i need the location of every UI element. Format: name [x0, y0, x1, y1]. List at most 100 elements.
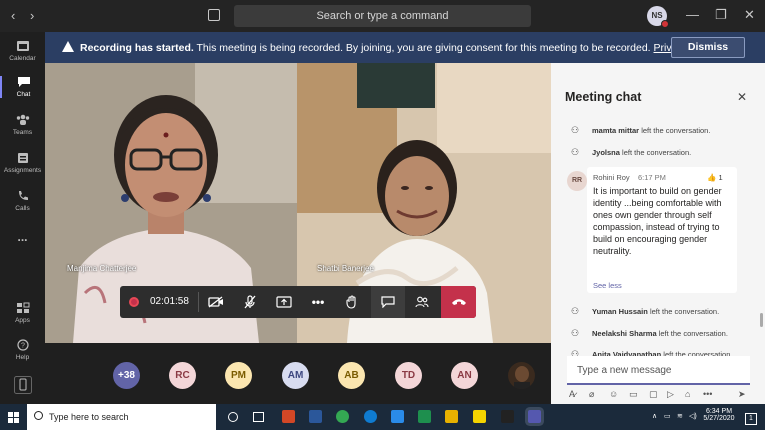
call-timer: 02:01:58 — [150, 296, 189, 307]
chrome-icon[interactable] — [336, 410, 349, 423]
sticky-notes-icon[interactable] — [473, 410, 486, 423]
photos-icon[interactable] — [418, 410, 431, 423]
participant-avatar[interactable]: PM — [225, 362, 252, 389]
participants-icon[interactable] — [405, 286, 439, 318]
emoji-icon[interactable]: ☺ — [609, 389, 618, 399]
battery-icon[interactable]: ▭ — [664, 412, 671, 420]
calls-icon — [18, 191, 28, 200]
mobile-device-icon — [13, 376, 32, 394]
rail-assignments[interactable]: Assignments — [0, 152, 45, 174]
teams-icon — [16, 114, 29, 125]
rail-calls[interactable]: Calls — [0, 190, 45, 212]
user-initials: NS — [651, 11, 663, 20]
participant-avatar[interactable]: RC — [169, 362, 196, 389]
teams-window: ‹ › Search or type a command NS — ❐ ✕ Ca… — [0, 0, 765, 430]
message-avatar[interactable]: RR — [567, 171, 587, 191]
recording-text: This meeting is being recorded. By joini… — [193, 42, 654, 54]
see-less-link[interactable]: See less — [593, 281, 622, 290]
more-participants-avatar[interactable]: +38 — [113, 362, 140, 389]
clock-time: 6:34 PM — [705, 408, 733, 415]
share-screen-icon[interactable] — [267, 286, 301, 318]
powerpoint-icon[interactable] — [282, 410, 295, 423]
rail-label: Chat — [16, 91, 31, 98]
event-action: left the conversation. — [622, 148, 692, 157]
rail-mobile[interactable] — [0, 376, 45, 394]
media-player-icon[interactable] — [501, 410, 514, 423]
participant-avatar[interactable]: AB — [338, 362, 365, 389]
forward-icon[interactable]: › — [30, 8, 34, 23]
dismiss-button[interactable]: Dismiss — [671, 37, 745, 58]
rail-more[interactable]: ... — [0, 230, 45, 244]
apps-icon — [16, 302, 29, 313]
message-body: It is important to build on gender ident… — [593, 186, 722, 256]
rail-help[interactable]: ? Help — [0, 339, 45, 361]
more-options-icon[interactable]: ••• — [703, 389, 712, 399]
tray-chevron-icon[interactable]: ∧ — [652, 412, 657, 420]
participant-photo-avatar[interactable] — [508, 362, 535, 389]
chat-message[interactable]: Rohini Roy 6:17 PM 👍 1 It is important t… — [587, 167, 737, 293]
clock[interactable]: 6:34 PM 5/27/2020 — [703, 408, 735, 422]
event-action: left the conversation. — [641, 126, 711, 135]
user-avatar[interactable]: NS — [647, 6, 669, 28]
teams-taskbar-icon[interactable] — [528, 410, 541, 423]
windows-taskbar: Type here to search ∧ ▭ ≋ ◁) 6:34 PM 5/2… — [0, 404, 765, 430]
word-icon[interactable] — [309, 410, 322, 423]
notifications-icon[interactable]: 1 — [745, 413, 757, 425]
participant-avatar[interactable]: AN — [451, 362, 478, 389]
gif-icon[interactable]: ▭ — [629, 389, 638, 400]
meet-now-icon[interactable]: ▷ — [667, 389, 674, 400]
edge-icon[interactable] — [364, 410, 377, 423]
raise-hand-icon[interactable] — [335, 286, 369, 318]
rail-chat[interactable]: Chat — [0, 76, 45, 98]
participant-avatar[interactable]: TD — [395, 362, 422, 389]
task-view-icon[interactable] — [253, 412, 264, 422]
hang-up-button[interactable] — [441, 286, 476, 318]
event-action: left the conversation. — [649, 307, 720, 316]
warning-icon — [62, 41, 74, 52]
more-icon: ... — [17, 230, 28, 244]
send-icon[interactable]: ➤ — [738, 389, 746, 400]
store-icon[interactable] — [445, 410, 458, 423]
camera-off-icon[interactable] — [199, 286, 233, 318]
rail-label: Teams — [12, 129, 33, 136]
like-reaction[interactable]: 👍 1 — [707, 173, 723, 182]
close-window-icon[interactable]: ✕ — [744, 7, 755, 23]
rail-calendar[interactable]: Calendar — [0, 40, 45, 62]
rail-label: Help — [15, 354, 30, 361]
participant-avatar[interactable]: AM — [282, 362, 309, 389]
event-name: Yuman Hussain — [592, 307, 648, 316]
message-time: 6:17 PM — [638, 173, 666, 182]
wifi-icon[interactable]: ≋ — [677, 412, 683, 420]
new-chat-icon[interactable] — [208, 9, 220, 21]
attach-icon[interactable]: ⌀ — [589, 389, 594, 400]
message-compose-input[interactable]: Type a new message — [567, 356, 750, 385]
rail-teams[interactable]: Teams — [0, 114, 45, 136]
system-event: ⚇ Yuman Hussain left the conversation. — [571, 306, 719, 317]
chat-scrollbar[interactable] — [760, 313, 763, 327]
maximize-icon[interactable]: ❐ — [715, 7, 727, 23]
show-conversation-icon[interactable] — [371, 286, 405, 318]
system-event: ⚇ Neelakshi Sharma left the conversation. — [571, 328, 728, 339]
status-dot-icon — [661, 20, 669, 28]
sticker-icon[interactable]: ▢ — [649, 389, 658, 400]
mail-icon[interactable] — [391, 410, 404, 423]
volume-icon[interactable]: ◁) — [689, 412, 697, 420]
more-actions-icon[interactable]: ••• — [301, 286, 335, 318]
app-rail: Calendar Chat Teams Assignments Calls ..… — [0, 32, 45, 404]
format-icon[interactable]: A̷ — [569, 389, 575, 399]
mic-off-icon[interactable] — [233, 286, 267, 318]
command-search-input[interactable]: Search or type a command — [234, 5, 531, 27]
windows-start-icon[interactable] — [8, 412, 19, 423]
praise-icon[interactable]: ⌂ — [685, 389, 690, 399]
recording-message: Recording has started. This meeting is b… — [80, 42, 718, 54]
chat-title: Meeting chat — [565, 90, 642, 104]
message-author: Rohini Roy — [593, 173, 630, 182]
back-icon[interactable]: ‹ — [11, 8, 15, 23]
title-bar: ‹ › Search or type a command NS — ❐ ✕ — [0, 0, 765, 32]
rail-apps[interactable]: Apps — [0, 302, 45, 324]
taskbar-search-input[interactable]: Type here to search — [27, 404, 216, 430]
person-left-icon: ⚇ — [571, 125, 580, 135]
minimize-icon[interactable]: — — [686, 7, 699, 22]
close-chat-icon[interactable]: ✕ — [737, 90, 747, 104]
cortana-icon[interactable] — [228, 412, 238, 422]
